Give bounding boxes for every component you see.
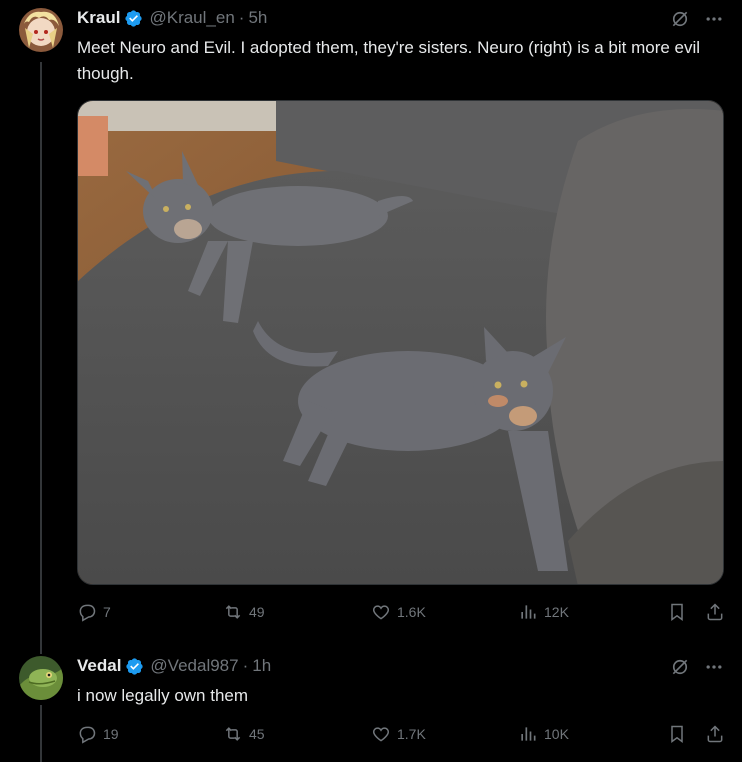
tweet-actions: 7 49 1.6K 12K	[77, 602, 725, 626]
views-icon	[521, 605, 536, 619]
repost-button[interactable]: 49	[223, 602, 265, 622]
avatar-kraul-image	[19, 8, 63, 52]
grok-icon[interactable]	[670, 657, 690, 677]
tweet-header: Kraul @Kraul_en · 5h	[77, 8, 267, 28]
timestamp[interactable]: 5h	[248, 8, 267, 28]
reply-button[interactable]: 7	[77, 602, 111, 622]
reply-count: 7	[103, 604, 111, 620]
like-button[interactable]: 1.7K	[371, 724, 426, 744]
share-icon[interactable]	[705, 724, 725, 744]
separator-dot: ·	[242, 656, 249, 675]
avatar[interactable]	[19, 656, 63, 700]
like-count: 1.6K	[397, 604, 426, 620]
grok-icon[interactable]	[670, 9, 690, 29]
heart-icon	[372, 605, 390, 620]
thread-line	[40, 62, 42, 654]
verified-badge-icon[interactable]	[124, 9, 143, 28]
repost-icon	[225, 605, 241, 619]
repost-count: 45	[249, 726, 265, 742]
verified-badge-icon[interactable]	[125, 657, 144, 676]
reply-icon	[79, 726, 96, 744]
bookmark-icon[interactable]	[667, 602, 687, 622]
tweet-actions: 19 45 1.7K 10K	[77, 724, 725, 748]
tweet-photo[interactable]	[77, 100, 724, 585]
bookmark-icon[interactable]	[667, 724, 687, 744]
reply-count: 19	[103, 726, 119, 742]
repost-icon	[225, 727, 241, 741]
tweet-text: i now legally own them	[77, 686, 249, 705]
tweet-top-actions	[670, 9, 724, 29]
views-count: 12K	[544, 604, 569, 620]
avatar-vedal-image	[19, 656, 63, 700]
reply-button[interactable]: 19	[77, 724, 119, 744]
like-count: 1.7K	[397, 726, 426, 742]
cats-photo-icon	[78, 101, 723, 584]
tweet-header: Vedal @Vedal987 · 1h	[77, 656, 271, 676]
repost-count: 49	[249, 604, 265, 620]
heart-icon	[372, 727, 390, 742]
repost-button[interactable]: 45	[223, 724, 265, 744]
views-icon	[521, 727, 536, 741]
tweet-top-actions	[670, 657, 724, 677]
tweet-text: Meet Neuro and Evil. I adopted them, the…	[77, 38, 701, 83]
author-handle[interactable]: @Kraul_en	[149, 8, 234, 28]
timestamp[interactable]: 1h	[252, 656, 271, 676]
views-button[interactable]: 12K	[518, 602, 569, 622]
more-icon[interactable]	[704, 9, 724, 29]
author-name[interactable]: Kraul	[77, 8, 120, 28]
tweet-kraul[interactable]: Kraul @Kraul_en · 5h Meet Neuro and Evil…	[0, 0, 742, 654]
views-count: 10K	[544, 726, 569, 742]
author-handle[interactable]: @Vedal987	[150, 656, 238, 676]
reply-icon	[79, 604, 96, 622]
like-button[interactable]: 1.6K	[371, 602, 426, 622]
avatar[interactable]	[19, 8, 63, 52]
author-name[interactable]: Vedal	[77, 656, 121, 676]
more-icon[interactable]	[704, 657, 724, 677]
views-button[interactable]: 10K	[518, 724, 569, 744]
share-icon[interactable]	[705, 602, 725, 622]
separator-dot: ·	[238, 8, 245, 27]
thread-line	[40, 705, 42, 762]
